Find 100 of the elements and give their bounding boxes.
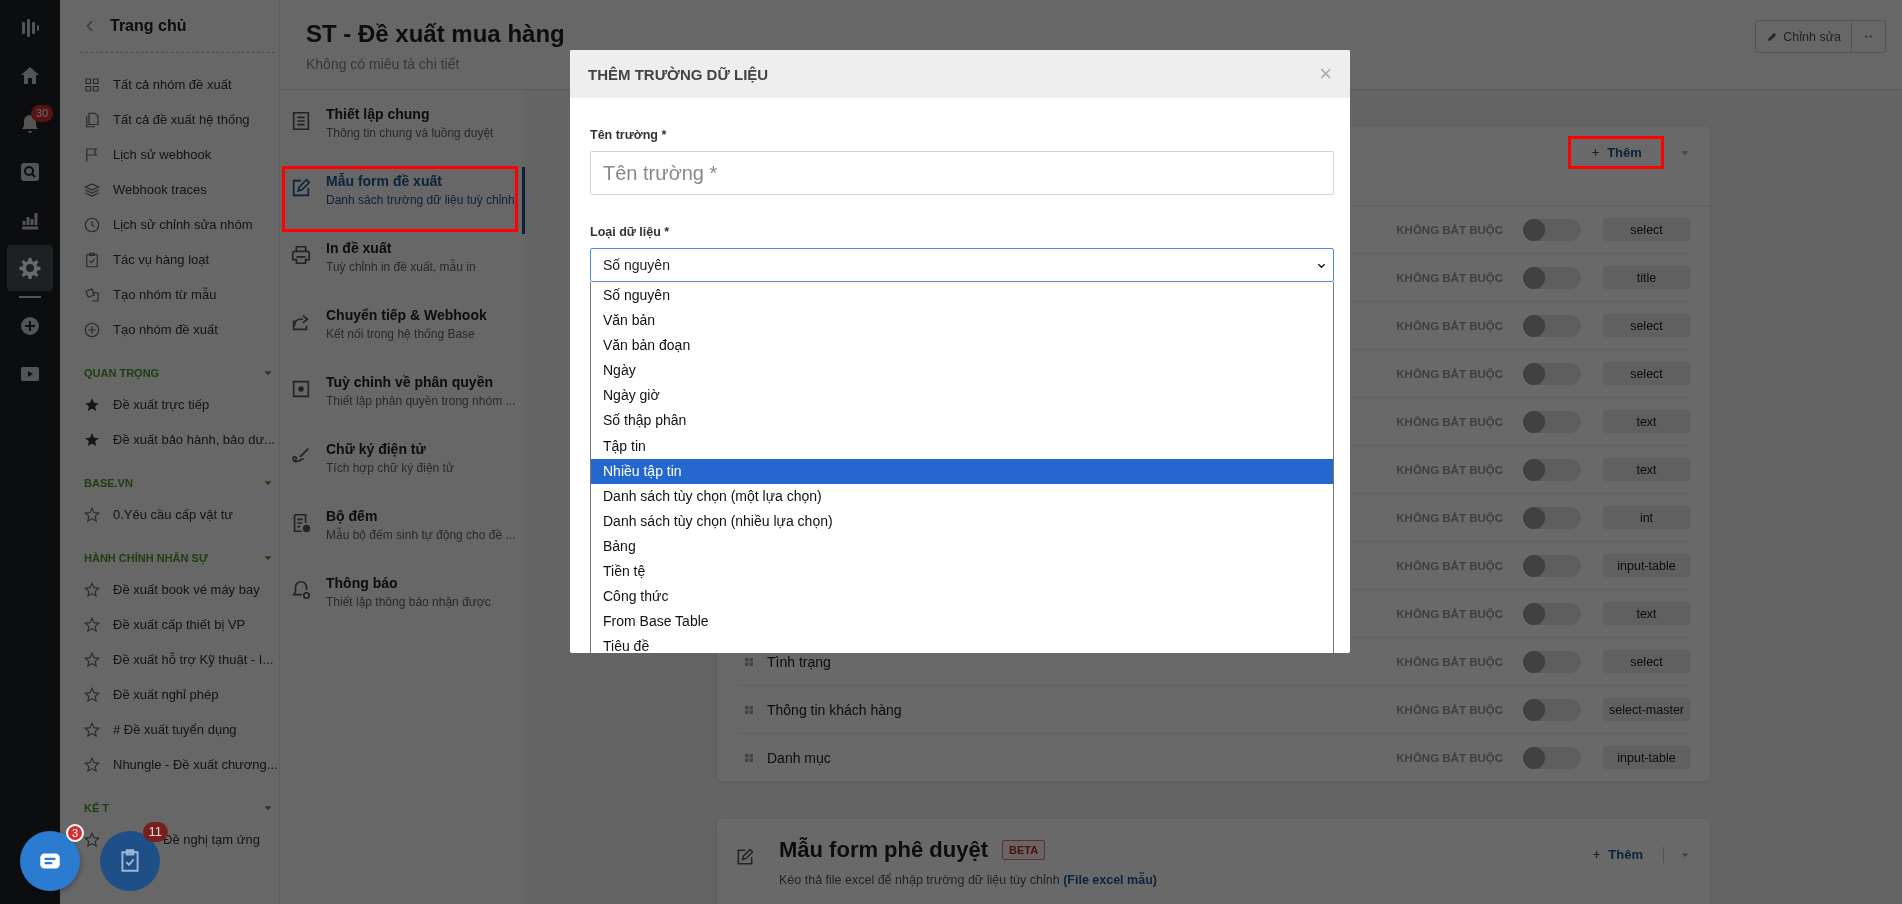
nav-item-subtitle: Tích hợp chữ ký điện tử [326,461,454,475]
sidebar-item[interactable]: Tác vụ hàng loạt [113,252,210,267]
drag-handle-icon [743,751,755,764]
nav-item-subtitle: Mẫu bộ đếm sinh tự động cho đề ... [326,528,516,542]
sidebar-item[interactable]: Đề xuất trực tiếp [113,397,210,412]
dropdown-option[interactable]: Nhiều tập tin [591,458,1333,484]
sidebar-item[interactable]: 0.Yêu cầu cấp vật tư [113,507,233,522]
dropdown-option[interactable]: Danh sách tùy chọn (nhiều lựa chọn) [591,508,1333,534]
type-tag: title [1603,266,1690,289]
sidebar-title: Trang chủ [110,17,187,35]
field-name: Thông tin khách hàng [767,701,902,718]
sidebar-item[interactable]: # Đề xuất tuyển dụng [113,722,237,737]
nav-item-title: Mẫu form đề xuất [326,173,443,189]
type-tag: select [1603,362,1690,385]
sidebar-item[interactable]: Đề xuất hỗ trợ Kỹ thuật - I... [113,652,274,667]
edit-button[interactable]: Chỉnh sửa [1756,21,1851,52]
document-icon [290,110,312,132]
sidebar-item[interactable]: Lịch sử webhook [113,147,212,162]
sidebar-item[interactable]: Tạo nhóm từ mẫu [113,287,217,302]
dropdown-option[interactable]: Ngày giờ [591,383,1333,409]
modal-title: THÊM TRƯỜNG DỮ LIỆU [588,65,769,83]
type-tag: int [1603,506,1690,529]
section-title[interactable]: QUAN TRỌNG [84,367,160,379]
settings-nav-item[interactable]: Tuỳ chỉnh về phân quyền Thiết lập phân quyền trong nhóm ... [280,368,525,435]
close-button[interactable]: × [1315,63,1336,85]
toggle-switch[interactable] [1523,266,1581,289]
settings-nav-item[interactable]: Chữ ký điện tử Tích hợp chữ ký điện tử [280,435,525,502]
add-button[interactable]: Thêm [1585,837,1649,872]
toggle-switch[interactable] [1523,602,1581,625]
search-icon[interactable] [18,160,42,184]
nav-item-title: Chữ ký điện tử [326,441,427,457]
nav-item-subtitle: Thiết lập thông báo nhận được [326,595,491,609]
sidebar-item[interactable]: Webhook traces [113,182,207,197]
section-title[interactable]: HÀNH CHÍNH NHÂN SỰ [84,552,208,564]
type-tag: select [1603,218,1690,241]
dropdown-option[interactable]: Tiền tệ [591,559,1333,585]
settings-nav-item[interactable]: Thông báo Thiết lập thông báo nhận được [280,569,525,636]
nav-item-subtitle: Danh sách trường dữ liệu tuỳ chỉnh [326,193,515,207]
dropdown-option[interactable]: Tiêu đề [591,634,1333,653]
toggle-switch[interactable] [1523,506,1581,529]
settings-nav-item[interactable]: Bộ đếm Mẫu bộ đếm sinh tự động cho đề ... [280,502,525,569]
plus-icon [1590,147,1602,158]
nav-item-subtitle: Thông tin chung và luồng duyệt [326,126,494,140]
sidebar-item[interactable]: Đề xuất cấp thiết bị VP [113,617,246,632]
notification-badge: 30 [31,105,54,122]
cards-icon [83,285,101,304]
plus-circle-icon[interactable] [18,314,42,338]
drag-handle-icon [743,655,755,668]
dropdown-option[interactable]: Tập tin [591,433,1333,459]
dropdown-option[interactable]: Số thập phân [591,408,1333,434]
sidebar-item[interactable]: Nhungle - Đề xuất chương... [113,757,278,772]
dropdown-option[interactable]: Văn bản [591,308,1333,334]
sidebar-item[interactable]: Đề xuất nghỉ phép [113,687,219,702]
nav-item-title: In đề xuất [326,240,393,256]
type-select[interactable]: Số nguyên [590,248,1334,282]
toggle-switch[interactable] [1523,746,1581,769]
rail-button-active[interactable] [7,245,53,291]
dropdown-option[interactable]: Số nguyên [591,283,1333,309]
dropdown-option[interactable]: Ngày [591,358,1333,384]
section-title[interactable]: BASE.VN [84,477,133,489]
add-button[interactable]: Thêm [1568,136,1664,169]
toggle-switch[interactable] [1523,650,1581,673]
copy-icon [83,110,101,129]
type-tag: input-table [1603,554,1690,577]
sidebar-item[interactable]: Đề xuất book vé máy bay [113,582,260,597]
field-label: Tên trường * [590,128,668,142]
clipboard-check-icon [83,250,101,269]
dropdown-option[interactable]: From Base Table [591,609,1333,635]
edit-icon [735,847,755,867]
card-description: Kéo thả file excel để nhập trường dữ liệu tùy chỉnh (File excel mẫu) [779,873,1158,887]
type-tag: select [1603,650,1690,673]
section-title[interactable]: KẾ T [84,802,110,814]
type-tag: select-master [1603,698,1690,721]
dropdown-option[interactable]: Bảng [591,533,1333,560]
sidebar-item[interactable]: Tất cả nhóm đề xuất [113,77,232,92]
type-tag: select [1603,314,1690,337]
type-tag: text [1603,410,1690,433]
toggle-switch[interactable] [1523,410,1581,433]
dropdown-option[interactable]: Công thức [591,584,1333,610]
toggle-switch[interactable] [1523,362,1581,385]
template-link[interactable]: (File excel mẫu) [1063,873,1157,887]
sidebar-item[interactable]: Tất cả đề xuất hệ thống [113,112,250,127]
name-input-field[interactable]: Tên trường * [590,151,1334,195]
type-tag: text [1603,602,1690,625]
nav-item-title: Thiết lập chung [326,106,431,122]
toggle-switch[interactable] [1523,218,1581,241]
sidebar-item[interactable]: Đề xuất bảo hành, bảo dư... [113,432,275,447]
sidebar-item[interactable]: Tạo nhóm đề xuất [113,322,218,337]
toggle-switch[interactable] [1523,314,1581,337]
settings-nav-item[interactable]: Thiết lập chung Thông tin chung và luồng duyệt [280,100,525,167]
dropdown-option[interactable]: Văn bản đoạn [591,333,1333,359]
toggle-switch[interactable] [1523,554,1581,577]
toggle-switch[interactable] [1523,698,1581,721]
settings-nav-item[interactable]: Chuyển tiếp & Webhook Kết nối trong hệ thống Base [280,301,525,368]
field-label: Loại dữ liệu * [590,225,671,239]
bell-gear-icon [290,579,312,601]
sidebar-item[interactable]: Lịch sử chỉnh sửa nhóm [113,217,253,232]
toggle-switch[interactable] [1523,458,1581,481]
dropdown-option[interactable]: Danh sách tùy chọn (một lựa chọn) [591,483,1333,509]
settings-nav-item[interactable]: Mẫu form đề xuất Danh sách trường dữ liệu tuỳ chỉnh [280,167,525,234]
